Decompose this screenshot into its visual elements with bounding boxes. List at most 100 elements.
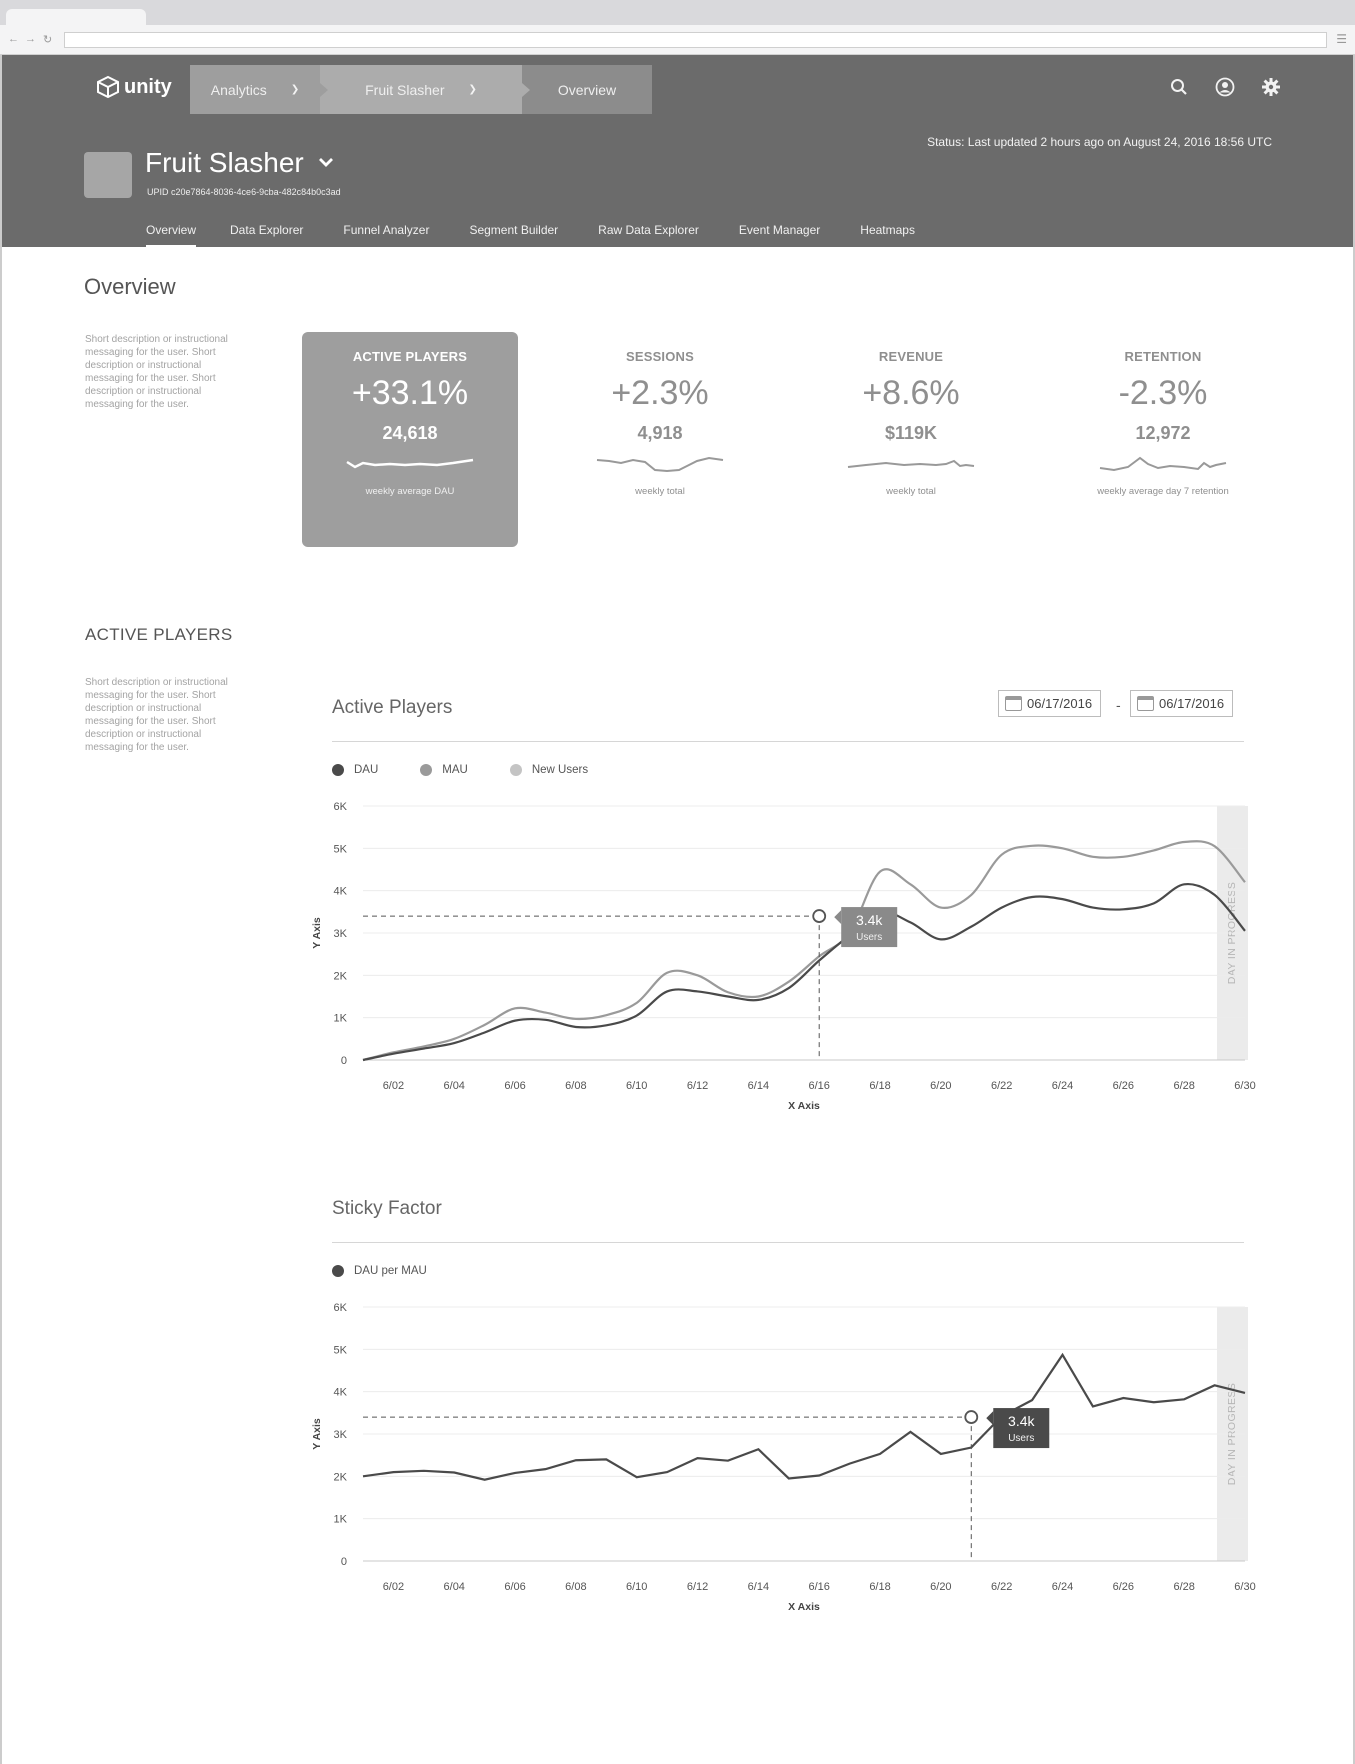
- browser-tab-strip: [0, 0, 1355, 27]
- kpi-note: weekly average day 7 retention: [1097, 486, 1229, 497]
- tab-data-explorer[interactable]: Data Explorer: [230, 223, 321, 247]
- tab-overview[interactable]: Overview: [146, 223, 197, 247]
- legend-item-dau-per-mau[interactable]: DAU per MAU: [332, 1265, 427, 1277]
- y-axis-label: Y Axis: [311, 917, 323, 949]
- kpi-value: 12,972: [1135, 423, 1191, 443]
- series-line-dau: [362, 882, 1246, 1062]
- kpi-change: +8.6%: [862, 374, 960, 412]
- tab-segment-builder[interactable]: Segment Builder: [469, 223, 576, 247]
- overview-description: Short description or instructional messa…: [85, 334, 228, 410]
- x-tick-label: 6/10: [626, 1581, 647, 1593]
- x-tick-label: 6/30: [1234, 1581, 1255, 1593]
- browser-toolbar: ← → ↻ ☰: [0, 25, 1355, 55]
- kpi-card-retention[interactable]: RETENTION -2.3% 12,972 weekly average da…: [1055, 332, 1271, 547]
- breadcrumb-label: Analytics: [210, 81, 267, 98]
- section-tabs: Overview Data Explorer Funnel Analyzer S…: [146, 223, 955, 247]
- user-icon[interactable]: [1215, 77, 1235, 97]
- legend-item-new-users[interactable]: New Users: [509, 764, 588, 776]
- tooltip-value: 3.4k: [856, 912, 883, 928]
- kpi-change: +2.3%: [611, 374, 709, 412]
- x-tick-label: 6/22: [991, 1581, 1012, 1593]
- x-tick-label: 6/24: [1052, 1080, 1073, 1092]
- address-bar[interactable]: [64, 32, 1327, 48]
- legend-label: DAU per MAU: [354, 1265, 427, 1277]
- app-icon: [84, 152, 132, 198]
- app-selector[interactable]: Fruit Slasher: [145, 147, 334, 179]
- x-tick-label: 6/22: [991, 1080, 1012, 1092]
- unity-logo[interactable]: unity: [96, 75, 172, 99]
- legend-label: MAU: [442, 764, 468, 776]
- chevron-down-icon: [318, 155, 334, 171]
- kpi-card-active-players[interactable]: ACTIVE PLAYERS +33.1% 24,618 weekly aver…: [302, 332, 518, 547]
- tab-funnel-analyzer[interactable]: Funnel Analyzer: [343, 223, 447, 247]
- y-tick-label: 4K: [334, 886, 348, 898]
- tab-event-manager[interactable]: Event Manager: [739, 223, 838, 247]
- kpi-change: +33.1%: [351, 374, 469, 412]
- tooltip-point: [964, 1410, 979, 1424]
- x-tick-label: 6/26: [1113, 1581, 1134, 1593]
- hamburger-icon[interactable]: ☰: [1336, 32, 1347, 46]
- y-tick-label: 1K: [334, 1013, 348, 1025]
- x-tick-label: 6/30: [1234, 1080, 1255, 1092]
- kpi-card-revenue[interactable]: REVENUE +8.6% $119K weekly total: [803, 332, 1019, 547]
- x-tick-label: 6/06: [504, 1581, 525, 1593]
- legend-item-mau[interactable]: MAU: [420, 764, 468, 776]
- chart-legend: DAU per MAU: [332, 1265, 427, 1277]
- end-date-value: 06/17/2016: [1159, 696, 1225, 711]
- y-tick-label: 2K: [334, 1471, 348, 1483]
- calendar-icon: [1005, 696, 1022, 711]
- breadcrumb-separator: [320, 83, 328, 97]
- x-tick-label: 6/28: [1173, 1080, 1194, 1092]
- x-tick-label: 6/28: [1173, 1581, 1194, 1593]
- kpi-card-sessions[interactable]: SESSIONS +2.3% 4,918 weekly total: [552, 332, 768, 547]
- y-tick-label: 5K: [334, 1344, 348, 1356]
- breadcrumb-fruit-slasher[interactable]: Fruit Slasher ❯: [320, 65, 530, 114]
- section-description: Short description or instructional messa…: [85, 677, 228, 753]
- gear-icon[interactable]: [1261, 77, 1281, 97]
- legend-dot: [420, 764, 433, 776]
- y-axis-label: Y Axis: [311, 1418, 323, 1450]
- tab-raw-data-explorer[interactable]: Raw Data Explorer: [598, 223, 717, 247]
- forward-arrow-icon[interactable]: →: [25, 33, 36, 45]
- sticky-factor-chart[interactable]: DAY IN PROGRESS01K2K3K4K5K6K6/02 6/04 6/06…: [300, 1291, 1260, 1621]
- kpi-sparkline: [552, 452, 768, 476]
- unity-cube-icon: [97, 75, 119, 99]
- section-title: ACTIVE PLAYERS: [85, 625, 233, 644]
- y-tick-label: 3K: [334, 1429, 348, 1441]
- y-tick-label: 6K: [334, 1302, 348, 1314]
- chevron-down-icon: ❯: [468, 84, 477, 95]
- start-date-picker[interactable]: 06/17/2016: [998, 690, 1102, 717]
- breadcrumb-overview[interactable]: Overview: [522, 65, 652, 114]
- y-tick-label: 4K: [334, 1387, 348, 1399]
- search-icon[interactable]: [1169, 77, 1189, 97]
- x-tick-label: 6/26: [1113, 1080, 1134, 1092]
- kpi-title: REVENUE: [878, 349, 944, 364]
- legend-dot: [509, 764, 522, 776]
- back-arrow-icon[interactable]: ←: [8, 33, 19, 45]
- legend-dot: [332, 764, 344, 776]
- x-tick-label: 6/20: [930, 1080, 951, 1092]
- kpi-title: SESSIONS: [625, 349, 695, 364]
- x-tick-label: 6/02: [383, 1080, 404, 1092]
- start-date-value: 06/17/2016: [1027, 696, 1093, 711]
- legend-item-dau[interactable]: DAU: [332, 764, 378, 776]
- x-tick-label: 6/12: [687, 1581, 708, 1593]
- end-date-picker[interactable]: 06/17/2016: [1130, 690, 1234, 717]
- tooltip-label: Users: [1008, 1433, 1034, 1444]
- reload-icon[interactable]: ↻: [43, 33, 52, 46]
- logo-text: unity: [124, 75, 172, 98]
- tab-heatmaps[interactable]: Heatmaps: [860, 223, 933, 247]
- kpi-title: ACTIVE PLAYERS: [352, 349, 468, 364]
- breadcrumb-label: Overview: [557, 81, 617, 98]
- x-tick-label: 6/20: [930, 1581, 951, 1593]
- breadcrumb-analytics[interactable]: Analytics ❯: [190, 65, 328, 114]
- x-axis-label: X Axis: [788, 1100, 820, 1112]
- active-players-chart[interactable]: DAY IN PROGRESS01K2K3K4K5K6K6/02 6/04 6/06…: [300, 790, 1260, 1120]
- breadcrumb: Analytics ❯ Fruit Slasher ❯ Overview: [190, 65, 652, 114]
- kpi-sparkline: [302, 452, 518, 476]
- kpi-note: weekly average DAU: [365, 486, 455, 497]
- kpi-sparkline: [803, 452, 1019, 476]
- kpi-note: weekly total: [886, 486, 936, 497]
- legend-dot: [332, 1265, 344, 1277]
- tooltip-point: [812, 909, 827, 923]
